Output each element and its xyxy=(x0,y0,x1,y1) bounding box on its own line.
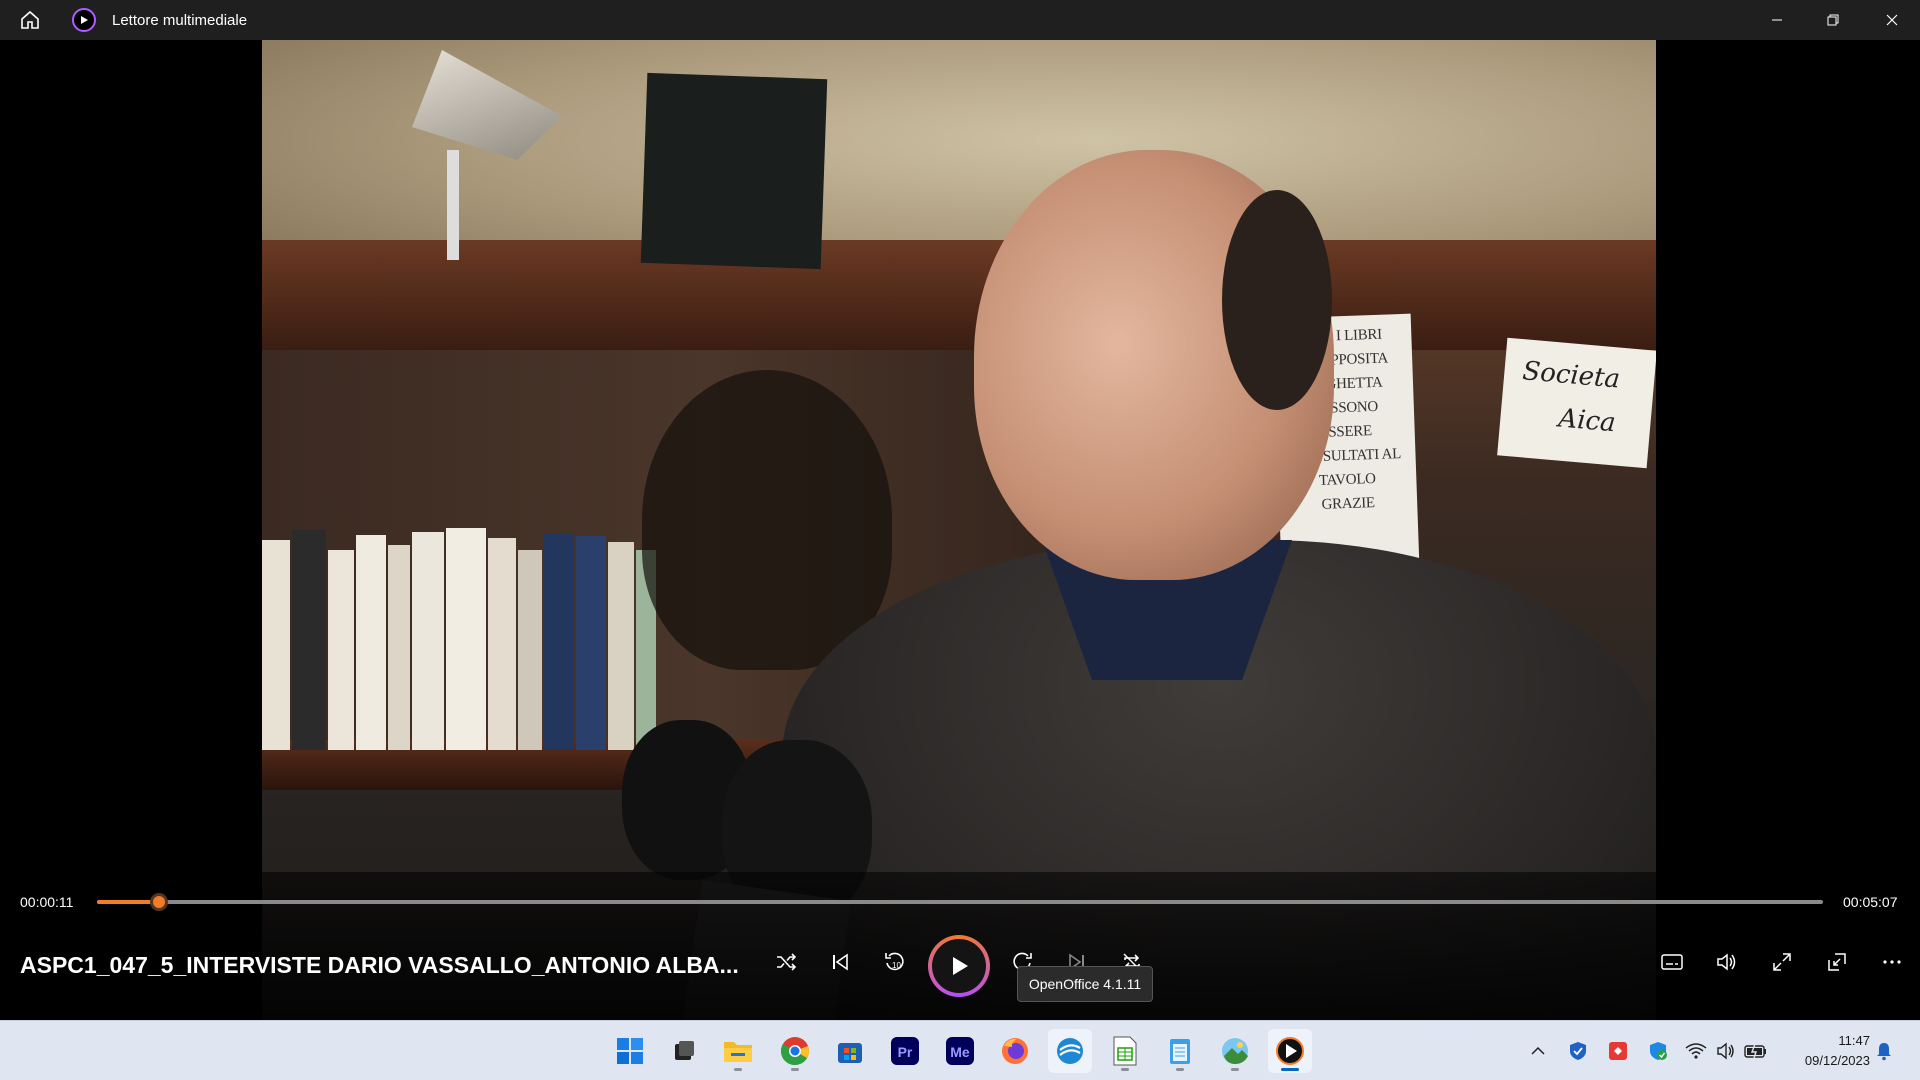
tray-battery[interactable] xyxy=(1744,1039,1768,1063)
current-time: 00:00:11 xyxy=(20,894,74,910)
taskbar-chrome[interactable] xyxy=(773,1029,817,1073)
media-player-icon xyxy=(1276,1037,1304,1065)
media-player-logo-icon xyxy=(72,8,96,32)
chevron-up-icon xyxy=(1531,1046,1545,1055)
fullscreen-icon xyxy=(1773,953,1791,971)
folder-icon xyxy=(724,1042,752,1062)
more-options-button[interactable] xyxy=(1870,940,1914,984)
taskbar-media-player[interactable] xyxy=(1268,1029,1312,1073)
taskbar-photos[interactable] xyxy=(1213,1029,1257,1073)
restore-icon xyxy=(1827,14,1839,26)
shuffle-button[interactable] xyxy=(764,940,808,984)
spreadsheet-icon xyxy=(1113,1036,1137,1066)
firefox-icon xyxy=(1002,1038,1028,1064)
total-time: 00:05:07 xyxy=(1843,894,1898,910)
running-indicator xyxy=(734,1068,742,1071)
subtitles-button[interactable] xyxy=(1650,940,1694,984)
windows-start-icon xyxy=(617,1038,643,1064)
play-button[interactable] xyxy=(928,935,990,997)
seek-track[interactable] xyxy=(97,900,1823,904)
home-icon xyxy=(21,10,39,29)
taskbar-microsoft-store[interactable] xyxy=(828,1029,872,1073)
video-handwritten-sign: Societa Aica xyxy=(1497,337,1656,469)
svg-text:Me: Me xyxy=(950,1044,970,1060)
home-button[interactable] xyxy=(0,0,60,40)
shield-icon xyxy=(1570,1042,1586,1060)
security-shield-icon xyxy=(1650,1042,1667,1060)
taskbar-tooltip: OpenOffice 4.1.11 xyxy=(1017,966,1153,1002)
video-book xyxy=(640,72,828,270)
active-indicator xyxy=(1281,1068,1299,1071)
close-button[interactable] xyxy=(1864,0,1920,40)
taskbar-libreoffice-calc[interactable] xyxy=(1103,1029,1147,1073)
taskbar-notepad[interactable] xyxy=(1158,1029,1202,1073)
rewind-10-button[interactable]: 10 xyxy=(873,940,917,984)
tray-overflow[interactable] xyxy=(1526,1039,1550,1063)
battery-charging-icon xyxy=(1744,1043,1766,1059)
taskbar-premiere-pro[interactable]: Pr xyxy=(883,1029,927,1073)
volume-button[interactable] xyxy=(1705,940,1749,984)
minimize-button[interactable] xyxy=(1749,0,1805,40)
running-indicator xyxy=(1176,1068,1184,1071)
svg-text:Pr: Pr xyxy=(898,1044,913,1060)
title-bar: Lettore multimediale xyxy=(0,0,1920,40)
window-title: Lettore multimediale xyxy=(112,11,248,29)
close-icon xyxy=(1886,14,1898,26)
taskbar-firefox[interactable] xyxy=(993,1029,1037,1073)
restore-button[interactable] xyxy=(1805,0,1861,40)
media-title: ASPC1_047_5_INTERVISTE DARIO VASSALLO_AN… xyxy=(20,952,739,978)
running-indicator xyxy=(1121,1068,1129,1071)
volume-icon xyxy=(1717,953,1736,971)
video-shelf xyxy=(262,240,1656,350)
store-icon xyxy=(838,1043,862,1063)
task-view-icon xyxy=(675,1041,694,1060)
video-person-hair xyxy=(1222,190,1332,410)
player-controls: 00:00:11 00:05:07 ASPC1_047_5_INTERVISTE… xyxy=(0,872,1920,1020)
seek-thumb[interactable] xyxy=(150,893,169,911)
svg-text:10: 10 xyxy=(892,961,901,970)
mini-player-button[interactable] xyxy=(1815,940,1859,984)
tray-security[interactable] xyxy=(1646,1039,1670,1063)
chrome-icon xyxy=(781,1037,809,1066)
subtitles-icon xyxy=(1661,954,1683,970)
taskbar-openoffice[interactable] xyxy=(1048,1029,1092,1073)
tray-volume[interactable] xyxy=(1714,1039,1738,1063)
play-button-inner xyxy=(932,939,986,993)
taskbar-media-encoder[interactable]: Me xyxy=(938,1029,982,1073)
taskbar-start[interactable] xyxy=(608,1029,652,1073)
clock-date: 09/12/2023 xyxy=(1804,1053,1870,1068)
running-indicator xyxy=(1231,1068,1239,1071)
bell-icon xyxy=(1877,1043,1891,1061)
taskbar-task-view[interactable] xyxy=(662,1029,706,1073)
tray-wifi[interactable] xyxy=(1684,1039,1708,1063)
tray-defender[interactable] xyxy=(1566,1039,1590,1063)
video-lamp-stand xyxy=(447,150,459,260)
seek-bar[interactable] xyxy=(97,893,1823,911)
photos-icon xyxy=(1222,1038,1248,1064)
video-shadow xyxy=(642,370,892,670)
tray-anydesk[interactable] xyxy=(1606,1039,1630,1063)
notepad-icon xyxy=(1170,1039,1190,1064)
previous-icon xyxy=(833,953,848,971)
remote-desktop-icon xyxy=(1609,1042,1627,1060)
shuffle-icon xyxy=(777,953,797,971)
taskbar-clock[interactable]: 11:47 09/12/2023 xyxy=(1780,1031,1870,1071)
minimize-icon xyxy=(1772,19,1782,21)
taskbar-file-explorer[interactable] xyxy=(716,1029,760,1073)
rewind-10-icon: 10 xyxy=(885,952,904,971)
volume-icon xyxy=(1717,1042,1734,1060)
clock-time: 11:47 xyxy=(1838,1033,1870,1048)
mini-player-icon xyxy=(1828,953,1846,971)
fullscreen-button[interactable] xyxy=(1760,940,1804,984)
wifi-icon xyxy=(1685,1043,1707,1059)
play-icon xyxy=(953,957,968,975)
openoffice-icon xyxy=(1057,1038,1083,1064)
premiere-pro-icon: Pr xyxy=(891,1037,919,1065)
more-options-icon xyxy=(1883,960,1901,964)
tray-notifications[interactable] xyxy=(1872,1039,1896,1063)
running-indicator xyxy=(791,1068,799,1071)
previous-button[interactable] xyxy=(818,940,862,984)
media-encoder-icon: Me xyxy=(946,1037,974,1065)
taskbar: Pr Me 11:47 09/12/2023 xyxy=(0,1020,1920,1080)
